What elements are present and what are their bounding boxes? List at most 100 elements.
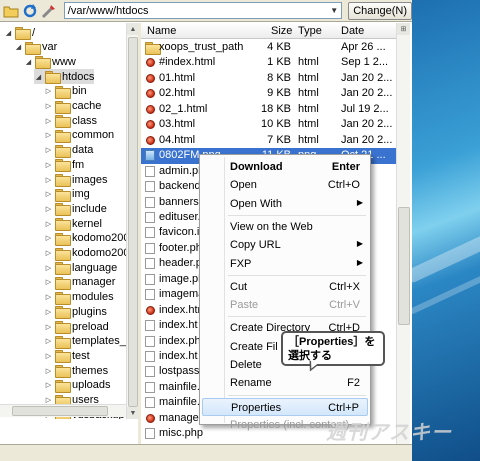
expand-arrow-icon[interactable]: ▷ [44, 116, 53, 125]
tree-hscroll-thumb[interactable] [12, 406, 108, 416]
expand-arrow-icon[interactable]: ▷ [44, 131, 53, 140]
column-options-icon[interactable]: ⊞ [397, 23, 410, 35]
file-row[interactable]: 02.html 9 KB html Jan 20 2... [141, 86, 396, 102]
tree-item[interactable]: ▷ manager [44, 275, 115, 290]
list-scroll-thumb[interactable] [398, 207, 410, 325]
expand-arrow-icon[interactable]: ▷ [44, 249, 53, 258]
tree-item[interactable]: ▷ uploads [44, 378, 111, 393]
tree-item[interactable]: ▷ themes [44, 363, 108, 379]
tree-item[interactable]: ▷ bin [44, 84, 87, 99]
tree-item[interactable]: ▷ cache [44, 99, 101, 114]
tree-item-label: kodomo2004 [72, 232, 126, 245]
list-scrollbar[interactable]: ⊞ [396, 23, 410, 444]
tree-item[interactable]: ◢ htdocs [34, 69, 95, 85]
header-size[interactable]: Size [271, 25, 292, 37]
menu-item-properties[interactable]: Properties Ctrl+P [202, 397, 368, 416]
menu-item-shortcut: Ctrl+V [329, 299, 360, 312]
folder-icon [55, 129, 71, 143]
tree-item[interactable]: ▷ class [44, 113, 97, 129]
file-name: favicon.i [159, 226, 200, 239]
tree-horizontal-scrollbar[interactable] [0, 404, 126, 417]
tree-scrollbar[interactable]: ▲ ▼ [126, 23, 139, 419]
file-row[interactable]: 03.html 10 KB html Jan 20 2... [141, 117, 396, 133]
menu-item-paste[interactable]: Paste Ctrl+V [202, 296, 368, 314]
file-row[interactable]: xoops_trust_path 4 KB Apr 26 ... [141, 40, 396, 56]
header-date[interactable]: Date [341, 25, 364, 37]
expand-arrow-icon[interactable]: ▷ [44, 234, 53, 243]
file-row[interactable]: 01.html 8 KB html Jan 20 2... [141, 71, 396, 87]
menu-item-open[interactable]: Open Ctrl+O [202, 176, 368, 194]
tree-item[interactable]: ▷ templates_c [44, 334, 126, 349]
expand-arrow-icon[interactable]: ▷ [44, 366, 53, 375]
tree-item[interactable]: ▷ include [44, 201, 107, 217]
menu-item-copy-url[interactable]: Copy URL ▶ [202, 236, 368, 254]
expand-arrow-icon[interactable]: ▷ [44, 278, 53, 287]
tree-item[interactable]: ▷ img [44, 187, 90, 202]
expand-arrow-icon[interactable]: ▷ [44, 160, 53, 169]
change-button[interactable]: Change(N) [348, 1, 412, 20]
expand-arrow-icon[interactable]: ▷ [44, 381, 53, 390]
folder-tree[interactable]: ◢ / ◢ var ◢ www ◢ htdocs ▷ bin ▷ cache ▷ class ▷ common… [0, 23, 126, 419]
tree-scroll-thumb[interactable] [128, 37, 138, 407]
file-icon [145, 351, 155, 362]
collapse-arrow-icon[interactable]: ◢ [14, 43, 23, 52]
menu-item-fxp[interactable]: FXP ▶ [202, 255, 368, 273]
expand-arrow-icon[interactable]: ▷ [44, 263, 53, 272]
expand-arrow-icon[interactable]: ▷ [44, 190, 53, 199]
menu-item-label: Open With [230, 197, 282, 210]
tree-item[interactable]: ▷ kernel [44, 216, 102, 232]
menu-item-open-with[interactable]: Open With ▶ [202, 195, 368, 213]
file-row[interactable]: #index.html 1 KB html Sep 1 2... [141, 55, 396, 71]
file-row[interactable]: 04.html 7 KB html Jan 20 2... [141, 133, 396, 149]
tree-item-label: / [32, 26, 36, 39]
expand-arrow-icon[interactable]: ▷ [44, 337, 53, 346]
header-name[interactable]: Name [147, 25, 176, 37]
path-input[interactable]: /var/www/htdocs ▼ [63, 2, 343, 19]
tree-item[interactable]: ▷ preload [44, 319, 109, 334]
expand-arrow-icon[interactable]: ▷ [44, 351, 53, 360]
expand-arrow-icon[interactable]: ▷ [44, 87, 53, 96]
tools-icon[interactable] [41, 2, 58, 20]
tree-item[interactable]: ▷ test [44, 348, 90, 364]
expand-arrow-icon[interactable]: ▷ [44, 102, 53, 111]
menu-item-view-on-the-web[interactable]: View on the Web [202, 218, 368, 236]
tree-item[interactable]: ◢ / [4, 25, 35, 40]
tree-item[interactable]: ▷ images [44, 172, 107, 187]
tree-item[interactable]: ▷ kodomo2005 [44, 246, 126, 261]
header-type[interactable]: Type [298, 25, 322, 37]
menu-separator [228, 214, 366, 216]
expand-arrow-icon[interactable]: ▷ [44, 219, 53, 228]
tree-item[interactable]: ▷ language [44, 260, 117, 276]
expand-arrow-icon[interactable]: ▷ [44, 204, 53, 213]
file-icon [145, 335, 155, 347]
file-row[interactable]: 02_1.html 18 KB html Jul 19 2... [141, 102, 396, 118]
tree-item[interactable]: ▷ plugins [44, 304, 107, 320]
file-size: 4 KB [267, 41, 291, 53]
tree-item[interactable]: ◢ var [14, 40, 57, 55]
folder-open-icon[interactable] [2, 2, 19, 20]
expand-arrow-icon[interactable]: ▷ [44, 146, 53, 155]
file-size: 9 KB [267, 87, 291, 100]
tree-item[interactable]: ◢ www [24, 54, 76, 70]
menu-item-cut[interactable]: Cut Ctrl+X [202, 278, 368, 296]
tree-item[interactable]: ▷ data [44, 143, 93, 158]
collapse-arrow-icon[interactable]: ◢ [4, 28, 13, 37]
expand-arrow-icon[interactable]: ▷ [44, 293, 53, 302]
tree-item[interactable]: ▷ kodomo2004 [44, 231, 126, 246]
tree-item[interactable]: ▷ modules [44, 290, 114, 305]
menu-item-rename[interactable]: Rename F2 [202, 374, 368, 392]
file-date: Jul 19 2... [341, 102, 389, 115]
tree-item[interactable]: ▷ common [44, 128, 114, 143]
menu-item-download[interactable]: Download Enter [202, 158, 368, 176]
file-name: 02_1.html [159, 102, 208, 115]
expand-arrow-icon[interactable]: ▷ [44, 322, 53, 331]
refresh-icon[interactable] [21, 2, 38, 20]
expand-arrow-icon[interactable]: ▷ [44, 307, 53, 316]
chevron-down-icon[interactable]: ▼ [327, 3, 341, 18]
expand-arrow-icon[interactable]: ▷ [44, 175, 53, 184]
collapse-arrow-icon[interactable]: ◢ [34, 72, 43, 81]
tree-item-label: cache [72, 100, 102, 112]
collapse-arrow-icon[interactable]: ◢ [24, 57, 33, 66]
tree-item[interactable]: ▷ fm [44, 157, 84, 173]
menu-separator [228, 274, 366, 276]
